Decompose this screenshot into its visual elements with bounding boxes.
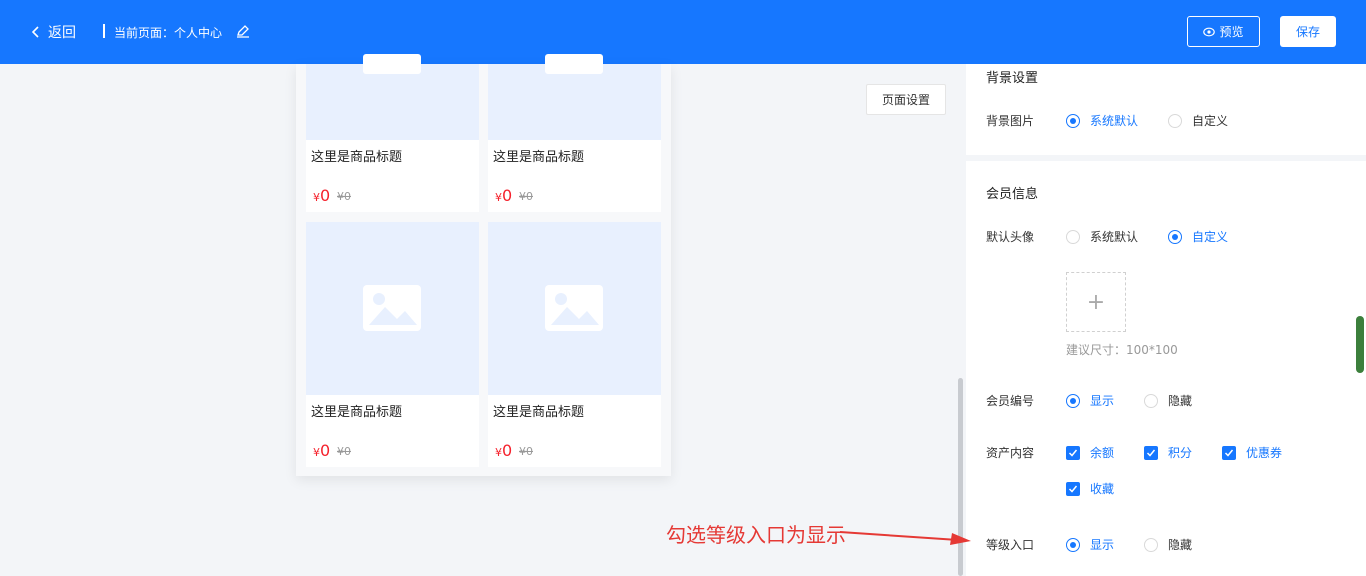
asset-checkbox-favorites[interactable]: 收藏 — [1066, 480, 1114, 497]
arrow-icon — [840, 531, 971, 545]
product-title: 这里是商品标题 — [493, 150, 585, 165]
product-original-price: ¥0 — [519, 190, 533, 203]
product-price: ¥0 — [313, 441, 331, 460]
background-section-title: 背景设置 — [986, 71, 1039, 86]
level-radio-show[interactable]: 显示 — [1066, 536, 1114, 553]
current-page-label: 当前页面：个人中心 — [114, 26, 223, 40]
member-section-title: 会员信息 — [986, 187, 1039, 202]
product-image-placeholder — [306, 222, 479, 395]
back-label: 返回 — [48, 25, 76, 41]
back-button[interactable]: 返回 — [32, 22, 76, 42]
asset-checkbox-points[interactable]: 积分 — [1144, 444, 1192, 461]
level-radio-hide[interactable]: 隐藏 — [1144, 536, 1192, 553]
number-radio-show[interactable]: 显示 — [1066, 392, 1114, 409]
product-card[interactable]: 这里是商品标题 ¥0 ¥0 — [488, 222, 661, 467]
radio-checked — [1066, 537, 1080, 552]
radio-unchecked — [1144, 393, 1158, 408]
canvas-scrollbar[interactable] — [958, 378, 963, 576]
avatar-radio-custom[interactable]: 自定义 — [1168, 228, 1228, 245]
image-icon — [363, 54, 421, 74]
product-price: ¥0 — [313, 186, 331, 205]
section-divider — [966, 155, 1366, 161]
product-title: 这里是商品标题 — [311, 150, 403, 165]
checkbox-checked — [1144, 445, 1158, 460]
divider — [103, 24, 105, 38]
number-radio-hide[interactable]: 隐藏 — [1144, 392, 1192, 409]
asset-checkbox-coupons[interactable]: 优惠券 — [1222, 444, 1282, 461]
annotation-text: 勾选等级入口为显示 — [666, 523, 846, 547]
bg-radio-custom[interactable]: 自定义 — [1168, 112, 1228, 129]
save-button[interactable]: 保存 — [1280, 16, 1336, 47]
panel-scrollbar[interactable] — [1356, 316, 1364, 373]
page-settings-button[interactable]: 页面设置 — [866, 84, 946, 115]
top-bar: 返回 当前页面：个人中心 预览 保存 — [0, 0, 1366, 64]
background-image-label: 背景图片 — [986, 114, 1035, 128]
image-icon — [545, 54, 603, 74]
product-original-price: ¥0 — [337, 445, 351, 458]
edit-icon[interactable] — [236, 24, 250, 41]
level-entry-label: 等级入口 — [986, 538, 1035, 552]
plus-icon: + — [1086, 289, 1106, 315]
radio-checked — [1168, 229, 1182, 244]
radio-checked — [1066, 393, 1080, 408]
phone-preview: 这里是商品标题 ¥0 ¥0 这里是商品标题 ¥0 ¥0 这里是商品标题 ¥0 ¥… — [296, 54, 671, 476]
avatar-radio-default[interactable]: 系统默认 — [1066, 228, 1138, 245]
radio-unchecked — [1168, 113, 1182, 128]
radio-unchecked — [1144, 537, 1158, 552]
chevron-left-icon — [32, 26, 39, 38]
product-price: ¥0 — [495, 441, 513, 460]
product-original-price: ¥0 — [519, 445, 533, 458]
checkbox-checked — [1222, 445, 1236, 460]
product-price: ¥0 — [495, 186, 513, 205]
settings-panel — [966, 64, 1366, 576]
product-original-price: ¥0 — [337, 190, 351, 203]
preview-label: 预览 — [1219, 25, 1244, 39]
radio-unchecked — [1066, 229, 1080, 244]
eye-icon — [1203, 27, 1216, 36]
assets-label: 资产内容 — [986, 446, 1035, 460]
product-image-placeholder — [306, 54, 479, 140]
member-number-label: 会员编号 — [986, 394, 1035, 408]
image-icon — [363, 285, 421, 331]
checkbox-checked — [1066, 445, 1080, 460]
avatar-upload[interactable]: + — [1066, 272, 1126, 332]
product-title: 这里是商品标题 — [311, 405, 403, 420]
asset-checkbox-balance[interactable]: 余额 — [1066, 444, 1114, 461]
size-hint: 建议尺寸：100*100 — [1066, 343, 1178, 357]
product-card[interactable]: 这里是商品标题 ¥0 ¥0 — [488, 54, 661, 212]
product-card[interactable]: 这里是商品标题 ¥0 ¥0 — [306, 54, 479, 212]
bg-radio-default[interactable]: 系统默认 — [1066, 112, 1138, 129]
product-title: 这里是商品标题 — [493, 405, 585, 420]
avatar-label: 默认头像 — [986, 230, 1035, 244]
product-image-placeholder — [488, 222, 661, 395]
preview-button[interactable]: 预览 — [1187, 16, 1260, 47]
radio-checked — [1066, 113, 1080, 128]
image-icon — [545, 285, 603, 331]
checkbox-checked — [1066, 481, 1080, 496]
product-card[interactable]: 这里是商品标题 ¥0 ¥0 — [306, 222, 479, 467]
product-image-placeholder — [488, 54, 661, 140]
